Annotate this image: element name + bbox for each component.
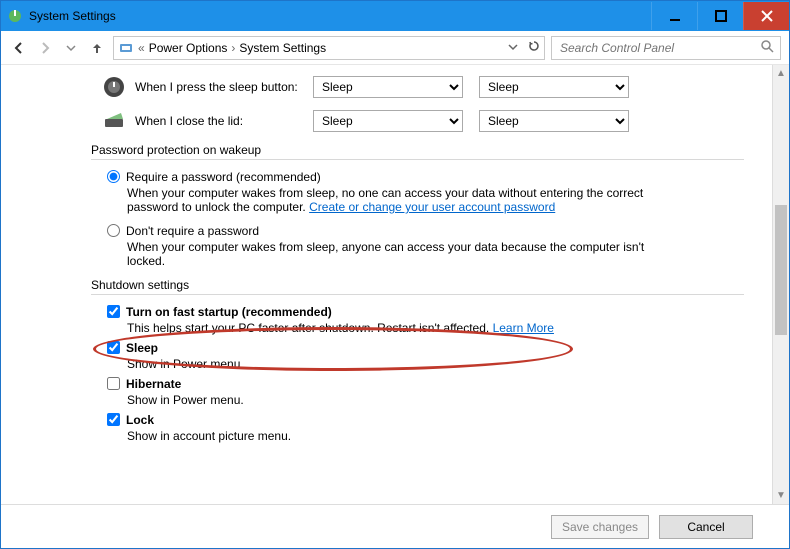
dont-require-password-label: Don't require a password [126, 224, 259, 238]
cancel-button[interactable]: Cancel [659, 515, 753, 539]
close-lid-battery-select[interactable]: Sleep [313, 110, 463, 132]
address-dropdown-icon[interactable] [508, 41, 518, 55]
vertical-scrollbar[interactable]: ▲ ▼ [772, 65, 789, 504]
address-bar[interactable]: « Power Options › System Settings [113, 36, 545, 60]
save-button: Save changes [551, 515, 649, 539]
shutdown-section-header: Shutdown settings [91, 278, 744, 295]
maximize-button[interactable] [697, 2, 743, 30]
require-password-label: Require a password (recommended) [126, 170, 321, 184]
learn-more-link[interactable]: Learn More [493, 321, 554, 335]
sleep-button-plugged-select[interactable]: Sleep [479, 76, 629, 98]
scroll-up-icon[interactable]: ▲ [773, 65, 789, 82]
breadcrumb-power-options[interactable]: Power Options [149, 41, 228, 55]
close-button[interactable] [743, 2, 789, 30]
breadcrumb-sep: « [138, 41, 145, 55]
bottom-button-bar: Save changes Cancel [1, 504, 789, 548]
password-section-header: Password protection on wakeup [91, 143, 744, 160]
back-button[interactable] [9, 38, 29, 58]
sleep-button-battery-select[interactable]: Sleep [313, 76, 463, 98]
sleep-checkbox-desc: Show in Power menu. [127, 357, 667, 371]
window-title: System Settings [29, 9, 116, 23]
search-icon[interactable] [760, 39, 774, 56]
sleep-checkbox-label: Sleep [126, 341, 158, 355]
lock-checkbox-label: Lock [126, 413, 154, 427]
breadcrumb-system-settings[interactable]: System Settings [239, 41, 326, 55]
laptop-lid-icon [101, 109, 127, 133]
lock-checkbox[interactable] [107, 413, 120, 426]
require-password-radio[interactable] [107, 170, 120, 183]
search-input[interactable] [558, 40, 760, 56]
dont-require-password-desc: When your computer wakes from sleep, any… [127, 240, 667, 268]
lock-checkbox-desc: Show in account picture menu. [127, 429, 667, 443]
sleep-checkbox[interactable] [107, 341, 120, 354]
navigation-toolbar: « Power Options › System Settings [1, 31, 789, 65]
titlebar: System Settings [1, 1, 789, 31]
sleep-button-label: When I press the sleep button: [135, 80, 313, 94]
hibernate-checkbox[interactable] [107, 377, 120, 390]
create-password-link[interactable]: Create or change your user account passw… [309, 200, 555, 214]
close-lid-label: When I close the lid: [135, 114, 313, 128]
fast-startup-desc: This helps start your PC faster after sh… [127, 321, 667, 335]
scroll-thumb[interactable] [775, 205, 787, 335]
forward-button[interactable] [35, 38, 55, 58]
fast-startup-checkbox[interactable] [107, 305, 120, 318]
minimize-button[interactable] [651, 2, 697, 30]
up-button[interactable] [87, 38, 107, 58]
close-lid-plugged-select[interactable]: Sleep [479, 110, 629, 132]
hibernate-checkbox-label: Hibernate [126, 377, 181, 391]
dont-require-password-radio[interactable] [107, 224, 120, 237]
content-area: When I press the sleep button: Sleep Sle… [1, 65, 772, 504]
control-panel-icon [118, 40, 134, 56]
require-password-desc: When your computer wakes from sleep, no … [127, 186, 667, 214]
power-button-icon [101, 75, 127, 99]
app-icon [7, 8, 23, 24]
refresh-icon[interactable] [528, 40, 540, 55]
scroll-down-icon[interactable]: ▼ [773, 487, 789, 504]
hibernate-checkbox-desc: Show in Power menu. [127, 393, 667, 407]
breadcrumb-chevron-icon: › [231, 41, 235, 55]
history-dropdown[interactable] [61, 38, 81, 58]
search-box[interactable] [551, 36, 781, 60]
fast-startup-label: Turn on fast startup (recommended) [126, 305, 332, 319]
